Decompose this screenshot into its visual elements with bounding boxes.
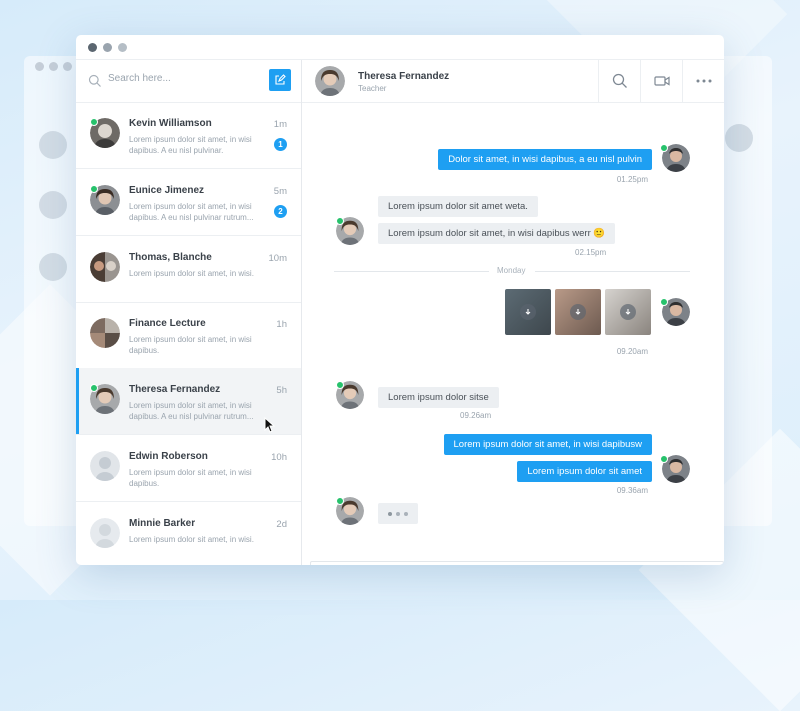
contact-name: Eunice Jimenez: [129, 185, 205, 196]
search-chat-button[interactable]: [599, 60, 641, 102]
message-preview: Lorem ipsum dolor sit amet, in wisi dapi…: [129, 335, 252, 355]
background-window-dot: [49, 62, 58, 71]
message-bubble-incoming[interactable]: Lorem ipsum dolor sitse: [378, 387, 499, 408]
video-call-button[interactable]: [641, 60, 683, 102]
search-icon: [612, 73, 627, 88]
background-avatar: [39, 191, 67, 219]
contact-name: Kevin Williamson: [129, 118, 212, 129]
background-avatar: [725, 124, 753, 152]
compose-icon: [275, 74, 286, 85]
background-window-dot: [35, 62, 44, 71]
message-time: 1h: [276, 319, 287, 330]
conversation-item[interactable]: Kevin Williamson 1m Lorem ipsum dolor si…: [76, 102, 301, 169]
image-attachment[interactable]: [555, 289, 601, 335]
online-indicator: [336, 381, 344, 389]
online-indicator: [660, 455, 668, 463]
download-icon[interactable]: [570, 304, 586, 320]
typing-indicator: [378, 503, 418, 524]
background-avatar: [39, 131, 67, 159]
conversation-item[interactable]: Thomas, Blanche 10m Lorem ipsum dolor si…: [76, 236, 301, 303]
window-control-dot[interactable]: [88, 43, 97, 52]
typing-dot: [396, 512, 400, 516]
message-bubble-outgoing[interactable]: Lorem ipsum dolor sit amet, in wisi dapi…: [443, 434, 652, 455]
message-preview: Lorem ipsum dolor sit amet, in wisi dapi…: [129, 401, 254, 421]
message-time: 5m: [273, 186, 287, 197]
contact-name: Thomas, Blanche: [129, 252, 212, 263]
online-indicator: [90, 384, 98, 392]
search-input[interactable]: [106, 72, 260, 85]
message-time: 5h: [276, 385, 287, 396]
day-divider-label: Monday: [497, 266, 526, 275]
contact-name: Edwin Roberson: [129, 451, 208, 462]
day-divider-line: [535, 271, 690, 272]
unread-badge: 1: [274, 138, 287, 151]
typing-dot: [388, 512, 392, 516]
conversation-item[interactable]: Minnie Barker 2d Lorem ipsum dolor sit a…: [76, 502, 301, 565]
message-preview: Lorem ipsum dolor sit amet, in wisi dapi…: [129, 468, 252, 488]
message-time: 09.36am: [616, 486, 648, 495]
message-time: 1m: [273, 119, 287, 130]
window-control-dot[interactable]: [103, 43, 112, 52]
message-bubble-outgoing[interactable]: Lorem ipsum dolor sit amet: [517, 461, 652, 482]
conversation-sidebar: Kevin Williamson 1m Lorem ipsum dolor si…: [76, 60, 302, 565]
download-icon[interactable]: [620, 304, 636, 320]
message-time: 01.25pm: [616, 175, 648, 184]
conversation-item[interactable]: Edwin Roberson 10h Lorem ipsum dolor sit…: [76, 435, 301, 502]
background-avatar: [39, 253, 67, 281]
message-bubble-incoming[interactable]: Lorem ipsum dolor sit amet weta.: [378, 196, 538, 217]
group-avatar: [90, 252, 120, 282]
conversation-item[interactable]: Finance Lecture 1h Lorem ipsum dolor sit…: [76, 302, 301, 369]
chat-header: Theresa Fernandez Teacher: [302, 60, 724, 103]
contact-name: Minnie Barker: [129, 518, 196, 529]
image-attachment[interactable]: [605, 289, 651, 335]
message-time: 10h: [271, 452, 287, 463]
online-indicator: [336, 217, 344, 225]
conversation-item[interactable]: Eunice Jimenez 5m Lorem ipsum dolor sit …: [76, 169, 301, 236]
online-indicator: [336, 497, 344, 505]
chat-contact-role: Teacher: [358, 84, 387, 93]
group-avatar: [90, 318, 120, 348]
avatar: [90, 518, 120, 548]
message-time: 10m: [268, 253, 287, 264]
more-horizontal-icon: [696, 79, 712, 83]
message-time: 09.20am: [616, 347, 648, 356]
online-indicator: [90, 185, 98, 193]
search-bar: [76, 60, 301, 103]
online-indicator: [660, 298, 668, 306]
contact-name: Finance Lecture: [129, 318, 206, 329]
contact-name: Theresa Fernandez: [129, 384, 221, 395]
more-options-button[interactable]: [683, 60, 724, 102]
message-time: 09.26am: [460, 411, 492, 420]
message-bubble-outgoing[interactable]: Dolor sit amet, in wisi dapibus, a eu ni…: [438, 149, 652, 170]
unread-badge: 2: [274, 205, 287, 218]
window-control-dot[interactable]: [118, 43, 127, 52]
background-window-dot: [63, 62, 72, 71]
message-preview: Lorem ipsum dolor sit amet, in wisi.: [129, 269, 254, 278]
chat-contact-name: Theresa Fernandez: [358, 71, 450, 82]
message-preview: Lorem ipsum dolor sit amet, in wisi dapi…: [129, 202, 254, 222]
avatar: [90, 451, 120, 481]
avatar[interactable]: [315, 66, 345, 96]
message-time: 2d: [276, 519, 287, 530]
message-preview: Lorem ipsum dolor sit amet, in wisi.: [129, 535, 254, 544]
image-attachment[interactable]: [505, 289, 551, 335]
download-icon[interactable]: [520, 304, 536, 320]
title-bar: [76, 35, 724, 60]
message-bubble-incoming[interactable]: Lorem ipsum dolor sit amet, in wisi dapi…: [378, 223, 616, 244]
mouse-cursor-icon: [264, 417, 276, 433]
online-indicator: [660, 144, 668, 152]
message-composer: [310, 561, 724, 565]
online-indicator: [90, 118, 98, 126]
chat-panel: Theresa Fernandez Teacher Dolor sit amet…: [302, 60, 724, 565]
messenger-window: Kevin Williamson 1m Lorem ipsum dolor si…: [76, 35, 724, 565]
video-camera-icon: [654, 76, 670, 86]
day-divider-line: [334, 271, 489, 272]
search-icon: [88, 74, 101, 87]
message-time: 02.15pm: [575, 248, 607, 257]
compose-button[interactable]: [269, 69, 291, 91]
typing-dot: [404, 512, 408, 516]
message-preview: Lorem ipsum dolor sit amet, in wisi dapi…: [129, 135, 252, 155]
